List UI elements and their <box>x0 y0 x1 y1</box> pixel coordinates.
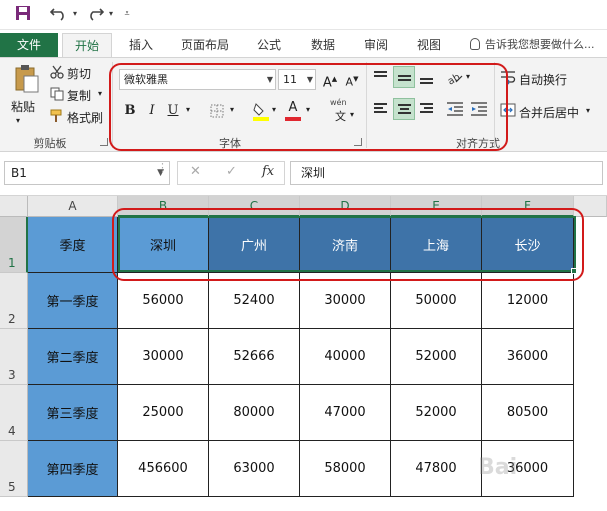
table-cell[interactable]: 47800 <box>391 441 482 497</box>
tab-home[interactable]: 开始 <box>62 33 112 57</box>
row-number: 1 <box>8 256 16 270</box>
row-header-1[interactable]: 1 <box>0 217 28 273</box>
table-cell[interactable]: 第二季度 <box>28 329 118 385</box>
table-cell[interactable]: 第四季度 <box>28 441 118 497</box>
scissors-icon[interactable] <box>50 65 64 82</box>
copy-icon[interactable] <box>50 87 64 104</box>
table-cell[interactable]: 80500 <box>482 385 574 441</box>
ribbon-tabs: 文件 开始 插入 页面布局 公式 数据 审阅 视图 告诉我您想要做什么... <box>0 30 607 57</box>
formula-bar: B1 ▼ ⋮ ✕ ✓ fx 深圳 <box>0 152 607 196</box>
merge-center-button[interactable]: 合并后居中 <box>519 104 579 121</box>
table-cell[interactable]: 56000 <box>118 273 209 329</box>
table-cell[interactable]: 40000 <box>300 329 391 385</box>
quick-access-toolbar: ▾ ▾ ⩡ <box>0 0 607 30</box>
save-icon[interactable] <box>14 5 32 23</box>
wrap-text-button[interactable]: 自动换行 <box>519 71 567 88</box>
row-header-3[interactable]: 3 <box>0 329 28 385</box>
table-cell[interactable]: 30000 <box>300 273 391 329</box>
formula-input[interactable]: 深圳 <box>290 161 603 185</box>
tab-review[interactable]: 审阅 <box>359 33 393 57</box>
table-cell[interactable]: 30000 <box>118 329 209 385</box>
row-number: 5 <box>8 480 16 494</box>
annotation-highlight-cities <box>112 208 584 281</box>
copy-button[interactable]: 复制 <box>67 87 91 104</box>
row-number: 2 <box>8 312 16 326</box>
customize-icon[interactable]: ⩡ <box>121 5 133 23</box>
undo-icon[interactable] <box>48 5 70 23</box>
paste-dropdown-icon[interactable]: ▾ <box>16 116 20 125</box>
table-cell[interactable]: 50000 <box>391 273 482 329</box>
name-box[interactable]: B1 ▼ <box>4 161 170 185</box>
header-cell[interactable]: 季度 <box>28 217 118 273</box>
row-header-5[interactable]: 5 <box>0 441 28 497</box>
lightbulb-icon <box>470 38 480 50</box>
table-cell[interactable]: 80000 <box>209 385 300 441</box>
tell-me-box[interactable]: 告诉我您想要做什么... <box>470 33 595 57</box>
table-cell[interactable]: 12000 <box>482 273 574 329</box>
table-cell[interactable]: 63000 <box>209 441 300 497</box>
paste-icon[interactable] <box>14 64 40 97</box>
table-cell[interactable]: 58000 <box>300 441 391 497</box>
drag-handle-icon[interactable]: ⋮ <box>157 161 168 174</box>
copy-dropdown-icon[interactable]: ▾ <box>98 89 102 98</box>
enter-icon[interactable]: ✓ <box>226 164 237 179</box>
tab-formulas[interactable]: 公式 <box>252 33 286 57</box>
row-header-2[interactable]: 2 <box>0 273 28 329</box>
redo-dropdown-icon[interactable]: ▾ <box>106 5 116 23</box>
format-painter-icon[interactable] <box>50 109 64 126</box>
format-painter-button[interactable]: 格式刷 <box>67 109 103 126</box>
clipboard-launcher-icon[interactable] <box>100 138 108 146</box>
clipboard-group-label: 剪贴板 <box>33 137 67 150</box>
tab-page-layout[interactable]: 页面布局 <box>176 33 234 57</box>
table-cell[interactable]: 52000 <box>391 385 482 441</box>
row-number: 4 <box>8 424 16 438</box>
row-header-4[interactable]: 4 <box>0 385 28 441</box>
formula-buttons: ✕ ✓ fx <box>177 161 285 185</box>
table-cell[interactable]: 456600 <box>118 441 209 497</box>
table-cell[interactable]: 第三季度 <box>28 385 118 441</box>
table-cell[interactable]: 47000 <box>300 385 391 441</box>
tab-data[interactable]: 数据 <box>306 33 340 57</box>
column-header-a[interactable]: A <box>28 196 118 217</box>
undo-dropdown-icon[interactable]: ▾ <box>70 5 80 23</box>
table-cell[interactable]: 25000 <box>118 385 209 441</box>
table-cell[interactable]: 36000 <box>482 329 574 385</box>
table-cell[interactable]: 52400 <box>209 273 300 329</box>
redo-icon[interactable] <box>84 5 106 23</box>
tab-file[interactable]: 文件 <box>0 33 58 57</box>
insert-function-icon[interactable]: fx <box>262 164 274 179</box>
table-cell[interactable]: 52000 <box>391 329 482 385</box>
cancel-icon[interactable]: ✕ <box>190 164 201 179</box>
cut-button[interactable]: 剪切 <box>67 65 91 82</box>
annotation-highlight-ribbon <box>109 63 508 151</box>
table-cell[interactable]: 52666 <box>209 329 300 385</box>
ribbon: 粘贴 ▾ 剪切 复制 ▾ 格式刷 剪贴板 微软雅黑 ▼ 11 ▼ A▲ A▼ B I… <box>0 57 607 152</box>
watermark: Bai <box>478 455 518 480</box>
tab-insert[interactable]: 插入 <box>122 33 160 57</box>
table-cell[interactable]: 第一季度 <box>28 273 118 329</box>
select-all-corner[interactable] <box>0 196 28 217</box>
paste-button[interactable]: 粘贴 <box>11 98 35 115</box>
merge-dropdown-icon[interactable]: ▾ <box>586 106 590 115</box>
tab-view[interactable]: 视图 <box>412 33 446 57</box>
row-number: 3 <box>8 368 16 382</box>
